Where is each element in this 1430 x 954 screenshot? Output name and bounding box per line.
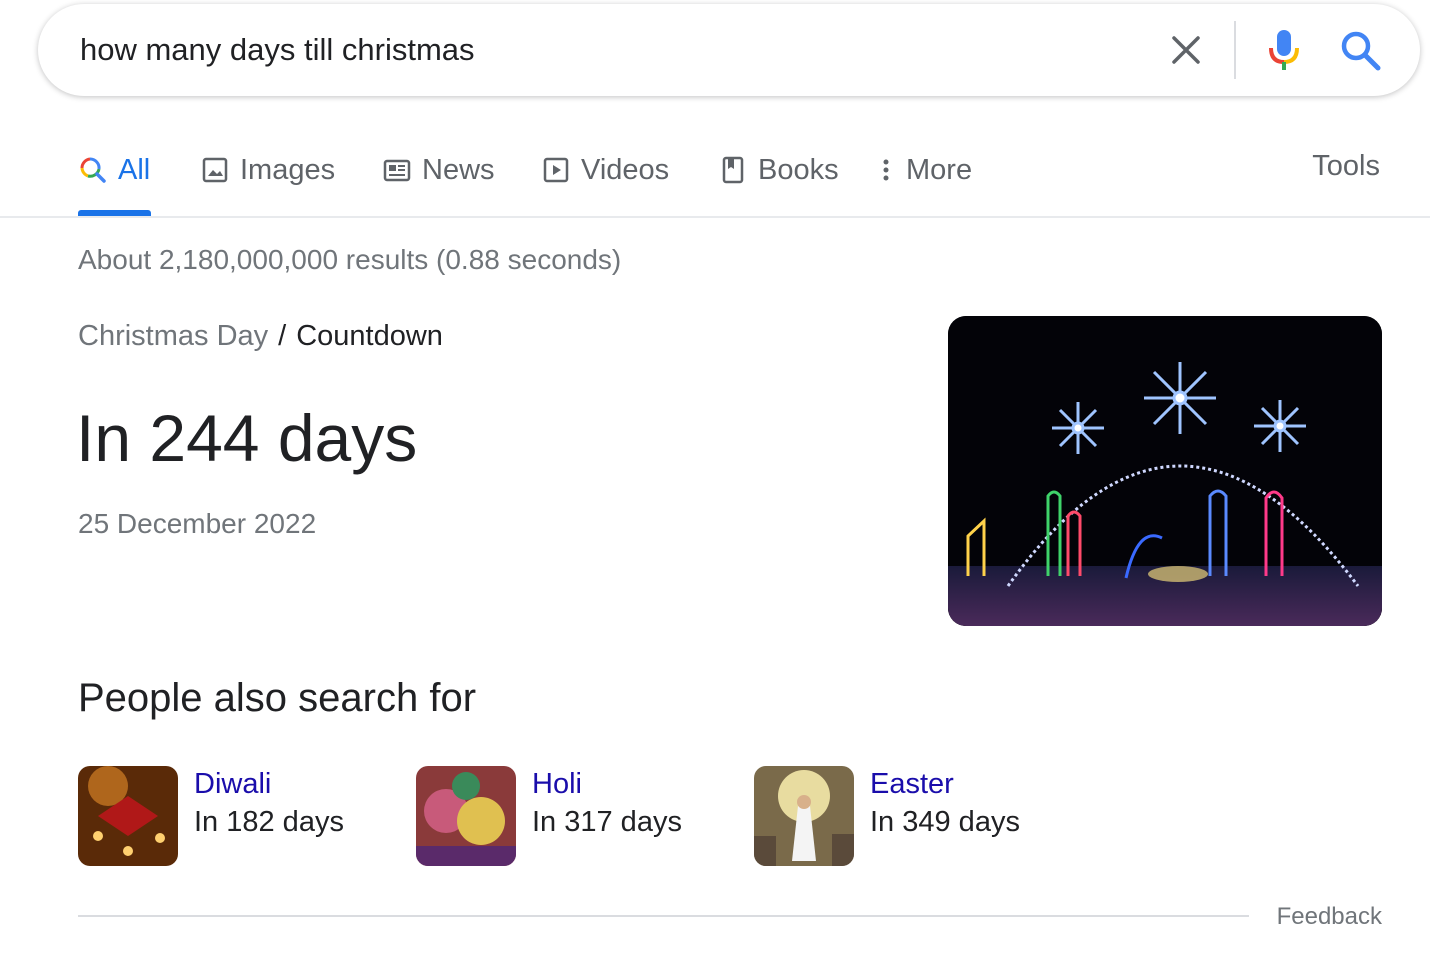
news-icon	[382, 155, 412, 185]
tab-more[interactable]: More	[876, 150, 972, 190]
tab-label: All	[118, 153, 151, 186]
tab-all[interactable]: All	[78, 150, 150, 190]
holi-thumbnail	[416, 766, 516, 866]
people-also-search-title: People also search for	[78, 676, 477, 720]
result-stats: About 2,180,000,000 results (0.88 second…	[78, 244, 622, 275]
related-card-diwali[interactable]: Diwali In 182 days	[78, 766, 378, 866]
countdown-date: 25 December 2022	[78, 508, 317, 539]
tab-images[interactable]: Images	[200, 150, 335, 190]
easter-thumbnail	[754, 766, 854, 866]
related-card-holi[interactable]: Holi In 317 days	[416, 766, 716, 866]
related-card-easter[interactable]: Easter In 349 days	[754, 766, 1054, 866]
tab-label: More	[906, 153, 973, 186]
tab-books[interactable]: Books	[718, 150, 839, 190]
play-icon	[541, 155, 571, 185]
feedback-link[interactable]: Feedback	[1277, 903, 1382, 931]
search-divider	[1234, 21, 1236, 79]
tools-button[interactable]: Tools	[1312, 150, 1380, 183]
diwali-thumbnail	[78, 766, 178, 866]
close-icon[interactable]	[1166, 30, 1206, 70]
book-icon	[718, 155, 748, 185]
countdown-headline: In 244 days	[76, 401, 418, 475]
tabs-divider	[0, 216, 1430, 218]
breadcrumb-separator: /	[278, 320, 287, 352]
microphone-icon[interactable]	[1262, 26, 1306, 74]
search-icon	[78, 155, 108, 185]
related-name[interactable]: Easter	[870, 768, 954, 801]
breadcrumb-current: Countdown	[296, 320, 443, 352]
tab-label: News	[422, 153, 495, 186]
related-name[interactable]: Holi	[532, 768, 582, 801]
tab-label: Books	[758, 153, 839, 186]
related-countdown: In 182 days	[194, 806, 344, 838]
breadcrumb: Christmas Day / Countdown	[78, 320, 443, 353]
related-name[interactable]: Diwali	[194, 768, 271, 801]
tab-news[interactable]: News	[382, 150, 495, 190]
bottom-divider	[78, 915, 1249, 917]
related-countdown: In 317 days	[532, 806, 682, 838]
search-bar	[38, 4, 1420, 96]
search-icon[interactable]	[1336, 26, 1384, 74]
search-input[interactable]	[80, 26, 1140, 74]
tab-label: Images	[240, 153, 336, 186]
related-countdown: In 349 days	[870, 806, 1020, 838]
image-icon	[200, 155, 230, 185]
search-tabs: All Images News Videos Books More	[0, 140, 1430, 218]
nativity-lights-image[interactable]	[948, 316, 1382, 626]
breadcrumb-parent[interactable]: Christmas Day	[78, 320, 268, 352]
more-vert-icon	[876, 155, 896, 185]
tab-videos[interactable]: Videos	[541, 150, 669, 190]
tab-label: Videos	[581, 153, 670, 186]
